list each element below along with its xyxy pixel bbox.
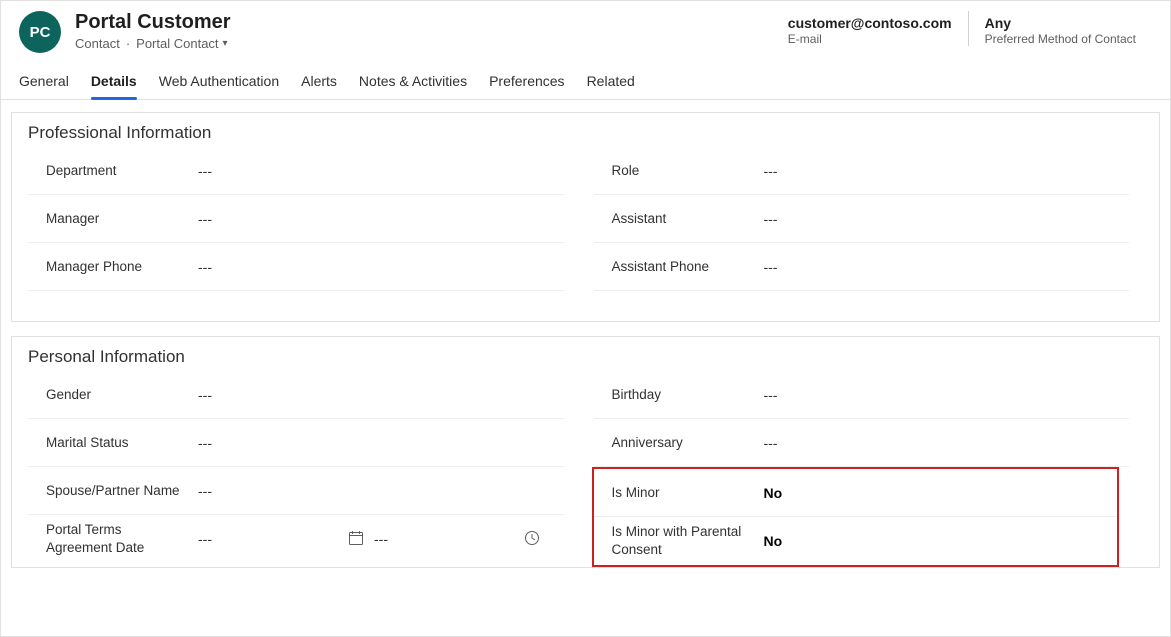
title-block: Portal Customer Contact · Portal Contact…: [75, 11, 231, 51]
field-value: ---: [198, 387, 564, 403]
field-value-date: ---: [198, 531, 338, 547]
section-title: Professional Information: [28, 123, 1159, 143]
field-value: ---: [764, 387, 1130, 403]
entity-name: Contact: [75, 36, 120, 51]
field-value: ---: [198, 259, 564, 275]
tab-details[interactable]: Details: [91, 67, 137, 99]
field-label: Birthday: [594, 386, 764, 404]
header-field-value: Any: [985, 15, 1136, 31]
column-left: Department --- Manager --- Manager Phone…: [28, 147, 594, 291]
field-assistant-phone[interactable]: Assistant Phone ---: [594, 243, 1130, 291]
field-label: Anniversary: [594, 434, 764, 452]
header-fields: customer@contoso.com E-mail Any Preferre…: [772, 11, 1152, 46]
field-value: ---: [764, 211, 1130, 227]
form-name: Portal Contact: [136, 36, 218, 51]
field-role[interactable]: Role ---: [594, 147, 1130, 195]
calendar-icon[interactable]: [338, 530, 374, 549]
field-value: ---: [764, 259, 1130, 275]
field-manager[interactable]: Manager ---: [28, 195, 564, 243]
field-marital-status[interactable]: Marital Status ---: [28, 419, 564, 467]
header-field-label: Preferred Method of Contact: [985, 32, 1136, 46]
field-label: Marital Status: [28, 434, 198, 452]
field-label: Is Minor: [594, 484, 764, 502]
highlight-minor-fields: Is Minor No Is Minor with Parental Conse…: [592, 467, 1120, 567]
section-title: Personal Information: [28, 347, 1159, 367]
field-label: Manager: [28, 210, 198, 228]
form-content: Professional Information Department --- …: [1, 100, 1170, 568]
header-field-value: customer@contoso.com: [788, 15, 952, 31]
page-title: Portal Customer: [75, 11, 231, 34]
field-department[interactable]: Department ---: [28, 147, 564, 195]
record-header: PC Portal Customer Contact · Portal Cont…: [1, 1, 1170, 53]
field-label: Gender: [28, 386, 198, 404]
field-value: ---: [764, 163, 1130, 179]
field-label: Portal Terms Agreement Date: [28, 521, 198, 556]
field-manager-phone[interactable]: Manager Phone ---: [28, 243, 564, 291]
field-label: Department: [28, 162, 198, 180]
tab-related[interactable]: Related: [587, 67, 635, 99]
field-is-minor[interactable]: Is Minor No: [594, 469, 1118, 517]
avatar: PC: [19, 11, 61, 53]
separator-dot: ·: [126, 36, 130, 51]
field-value: No: [764, 485, 1118, 501]
column-right: Birthday --- Anniversary --- Is Minor No: [594, 371, 1160, 567]
header-field-contact-method[interactable]: Any Preferred Method of Contact: [968, 11, 1152, 46]
field-value: ---: [198, 163, 564, 179]
field-is-minor-parental-consent[interactable]: Is Minor with Parental Consent No: [594, 517, 1118, 565]
field-label: Role: [594, 162, 764, 180]
tab-notes-activities[interactable]: Notes & Activities: [359, 67, 467, 99]
chevron-down-icon: ▾: [223, 38, 228, 49]
section-professional-information: Professional Information Department --- …: [11, 112, 1160, 322]
field-value: ---: [198, 483, 564, 499]
avatar-initials: PC: [30, 24, 51, 41]
field-birthday[interactable]: Birthday ---: [594, 371, 1130, 419]
field-value-time: ---: [374, 531, 514, 547]
field-label: Assistant: [594, 210, 764, 228]
field-label: Is Minor with Parental Consent: [594, 523, 764, 558]
field-portal-terms-agreement-date[interactable]: Portal Terms Agreement Date --- ---: [28, 515, 564, 563]
header-field-email[interactable]: customer@contoso.com E-mail: [772, 11, 968, 46]
field-value: ---: [764, 435, 1130, 451]
clock-icon[interactable]: [514, 530, 550, 549]
field-spouse-partner-name[interactable]: Spouse/Partner Name ---: [28, 467, 564, 515]
header-field-label: E-mail: [788, 32, 952, 46]
record-page: PC Portal Customer Contact · Portal Cont…: [0, 0, 1171, 637]
field-label: Spouse/Partner Name: [28, 482, 198, 500]
column-left: Gender --- Marital Status --- Spouse/Par…: [28, 371, 594, 567]
tab-preferences[interactable]: Preferences: [489, 67, 564, 99]
field-value: ---: [198, 435, 564, 451]
section-personal-information: Personal Information Gender --- Marital …: [11, 336, 1160, 568]
field-label: Manager Phone: [28, 258, 198, 276]
tab-general[interactable]: General: [19, 67, 69, 99]
form-switcher[interactable]: Contact · Portal Contact ▾: [75, 36, 231, 51]
field-label: Assistant Phone: [594, 258, 764, 276]
tab-web-authentication[interactable]: Web Authentication: [159, 67, 279, 99]
field-assistant[interactable]: Assistant ---: [594, 195, 1130, 243]
column-right: Role --- Assistant --- Assistant Phone -…: [594, 147, 1160, 291]
tab-alerts[interactable]: Alerts: [301, 67, 337, 99]
field-anniversary[interactable]: Anniversary ---: [594, 419, 1130, 467]
field-value: ---: [198, 211, 564, 227]
field-value: No: [764, 533, 1118, 549]
tab-list: General Details Web Authentication Alert…: [1, 53, 1170, 100]
field-gender[interactable]: Gender ---: [28, 371, 564, 419]
